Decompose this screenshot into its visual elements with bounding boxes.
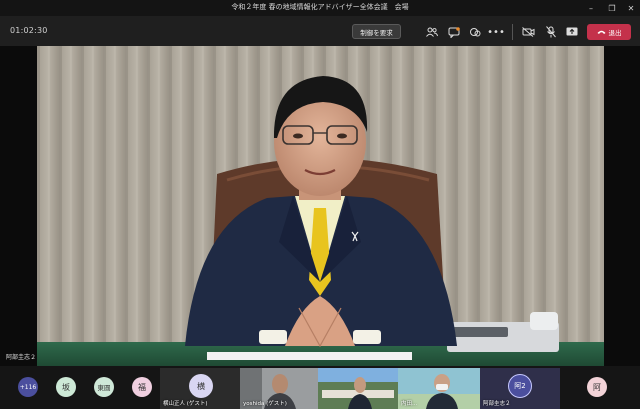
request-control-button[interactable]: 制御を要求	[352, 24, 401, 39]
meeting-toolbar: 01:02:30 制御を要求 ••• 退出	[0, 16, 640, 46]
toolbar-divider	[512, 24, 513, 40]
participant-tile-highlighted[interactable]: 阿2 阿部圭志２	[480, 368, 560, 409]
restore-button[interactable]: ❐	[605, 1, 619, 15]
more-icon[interactable]: •••	[487, 24, 505, 40]
leave-button[interactable]: 退出	[587, 24, 631, 40]
reactions-icon[interactable]	[467, 24, 483, 40]
mic-off-icon[interactable]	[543, 24, 559, 40]
participant-video	[318, 368, 398, 409]
participant-tile-label: yoshida (ゲスト)	[243, 401, 287, 407]
participant-tile-label: 阿部圭志２	[483, 401, 511, 407]
participant-tile[interactable]	[318, 368, 398, 409]
close-window-button[interactable]: ✕	[624, 1, 638, 15]
participant-avatar[interactable]: 阿	[587, 377, 607, 397]
participant-strip: +116 坂 東圓 福 横 横山正人 (ゲスト) yoshida (ゲスト) 内…	[0, 366, 640, 409]
share-screen-icon[interactable]	[564, 24, 580, 40]
participant-avatar[interactable]: 福	[132, 377, 152, 397]
more-participants-button[interactable]: +116	[18, 377, 38, 397]
participants-icon[interactable]	[424, 24, 440, 40]
participant-avatar[interactable]: 東圓	[94, 377, 114, 397]
speaker-name-label: 阿部圭志２	[6, 354, 37, 361]
participant-tile[interactable]: yoshida (ゲスト)	[240, 368, 318, 409]
participant-avatar[interactable]: 坂	[56, 377, 76, 397]
speaker-video	[37, 46, 604, 366]
participant-tile-label: 横山正人 (ゲスト)	[163, 401, 208, 407]
participant-avatar: 阿2	[508, 374, 532, 398]
main-video-stage: 阿部圭志２	[0, 46, 640, 366]
camera-off-icon[interactable]	[520, 24, 536, 40]
title-bar: 令和２年度 春の地域情報化アドバイザー全体会議 会場 – ❐ ✕	[0, 0, 640, 16]
chat-icon[interactable]	[446, 24, 462, 40]
leave-button-label: 退出	[608, 29, 622, 37]
meeting-timer: 01:02:30	[10, 26, 48, 35]
phone-hangup-icon	[597, 30, 605, 34]
participant-tile[interactable]: 横 横山正人 (ゲスト)	[160, 368, 240, 409]
minimize-button[interactable]: –	[584, 1, 598, 15]
participant-tile-label: 内田...	[401, 401, 418, 407]
participant-avatar: 横	[189, 374, 213, 398]
window-title: 令和２年度 春の地域情報化アドバイザー全体会議 会場	[231, 3, 409, 11]
teams-meeting-window: 令和２年度 春の地域情報化アドバイザー全体会議 会場 – ❐ ✕ 01:02:3…	[0, 0, 640, 409]
participant-tile[interactable]: 内田...	[398, 368, 480, 409]
